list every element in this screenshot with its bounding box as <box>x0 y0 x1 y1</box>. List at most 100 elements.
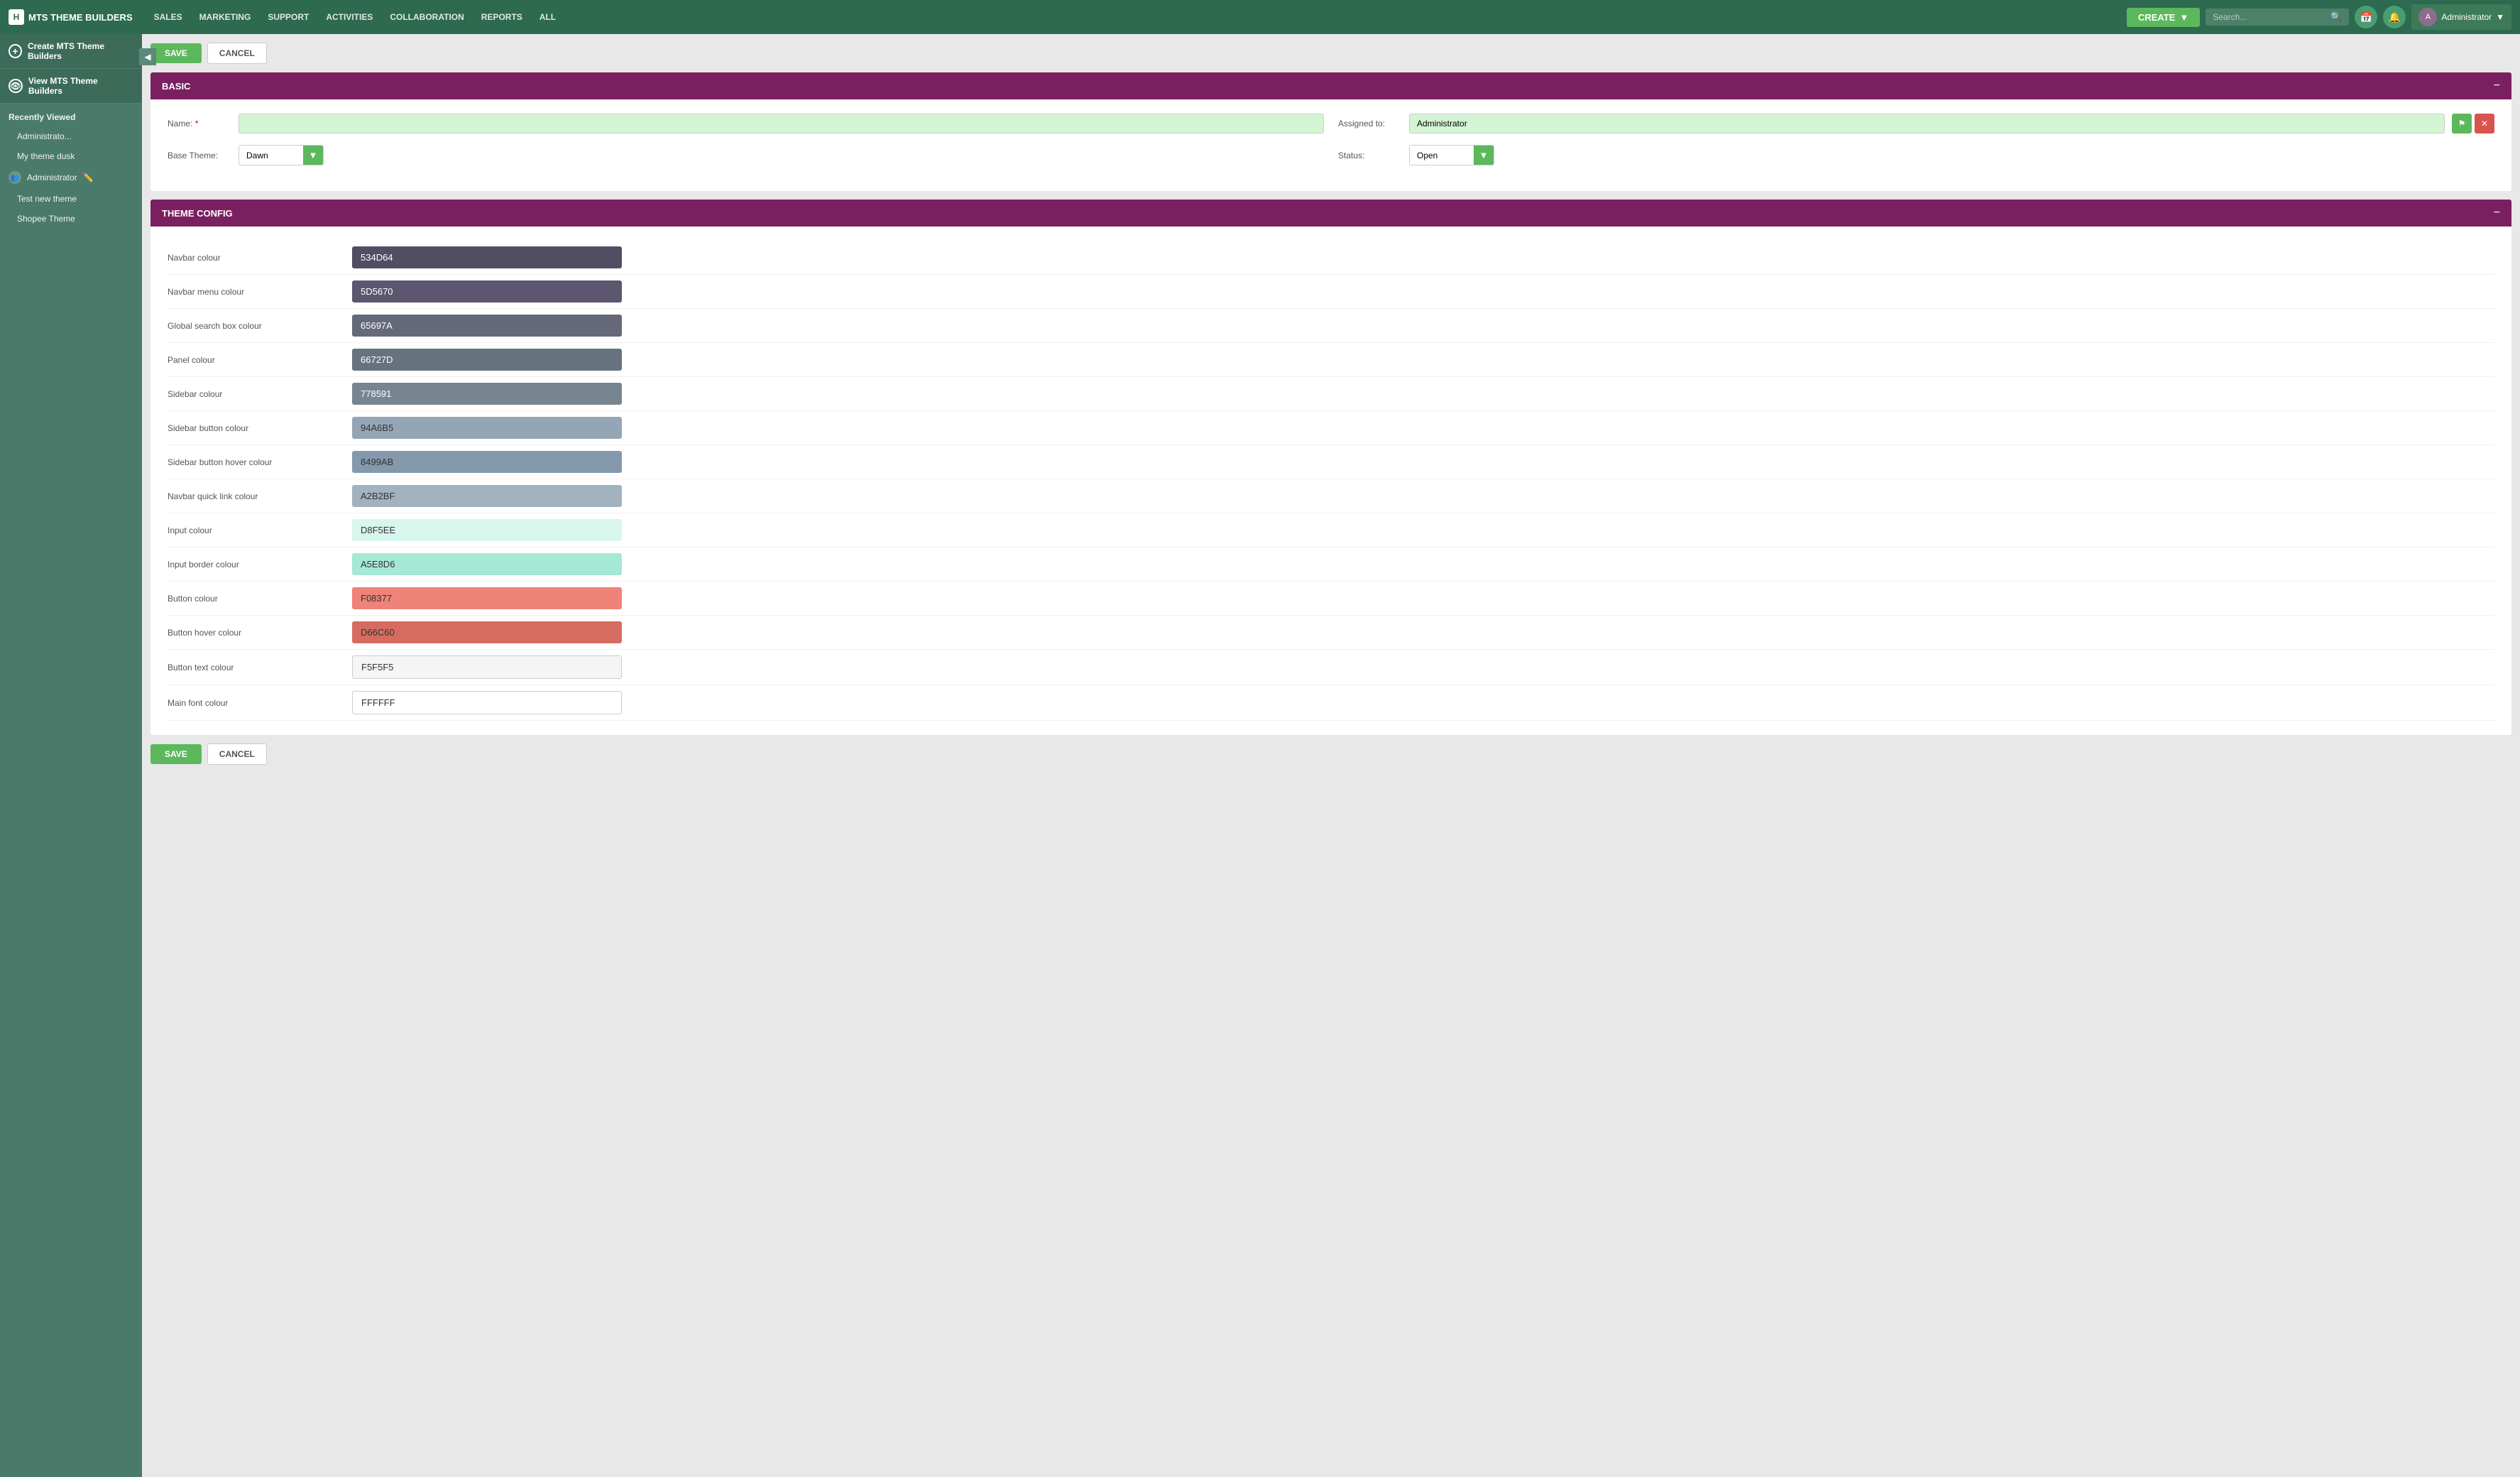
brand-name: MTS THEME BUILDERS <box>28 12 133 23</box>
chevron-down-icon: ▼ <box>2179 12 2188 23</box>
eye-icon: 👁 <box>9 79 23 93</box>
assigned-to-field: Assigned to: ⚑ ✕ <box>1338 114 2494 133</box>
chevron-down-icon[interactable]: ▼ <box>303 146 323 165</box>
sidebar-toggle[interactable]: ◀ <box>139 48 156 65</box>
color-row: Navbar menu colour5D5670 <box>168 275 2494 309</box>
color-field-value[interactable]: D66C60 <box>352 621 622 643</box>
nav-support[interactable]: SUPPORT <box>261 8 316 26</box>
toolbar-top: SAVE CANCEL <box>150 43 2511 64</box>
color-field-label: Panel colour <box>168 355 352 365</box>
color-row: Main font colourFFFFFF <box>168 685 2494 721</box>
color-field-value[interactable]: D8F5EE <box>352 519 622 541</box>
assigned-to-input[interactable] <box>1409 114 2445 133</box>
color-field-value[interactable]: 65697A <box>352 315 622 337</box>
basic-panel-title: BASIC <box>162 81 190 92</box>
color-row: Panel colour66727D <box>168 343 2494 377</box>
base-theme-value: Dawn <box>239 146 303 165</box>
color-row: Navbar colour534D64 <box>168 241 2494 275</box>
calendar-icon-button[interactable]: 📅 <box>2355 6 2377 28</box>
color-field-label: Sidebar colour <box>168 389 352 399</box>
nav-all[interactable]: ALL <box>532 8 563 26</box>
sidebar-item-label: Test new theme <box>17 194 77 204</box>
sidebar-item-test-new-theme[interactable]: Test new theme <box>0 189 142 209</box>
color-row: Input border colourA5E8D6 <box>168 547 2494 582</box>
color-field-value[interactable]: 5D5670 <box>352 280 622 303</box>
bell-icon-button[interactable]: 🔔 <box>2383 6 2406 28</box>
color-field-value[interactable]: 8499AB <box>352 451 622 473</box>
top-navigation: H MTS THEME BUILDERS SALES MARKETING SUP… <box>0 0 2520 34</box>
basic-collapse-button[interactable]: − <box>2494 80 2500 92</box>
edit-icon: ✏️ <box>83 173 94 182</box>
search-bar: 🔍 <box>2206 9 2349 26</box>
cancel-button-top[interactable]: CANCEL <box>207 43 267 64</box>
status-select[interactable]: Open ▼ <box>1409 145 1494 165</box>
base-theme-field: Base Theme: Dawn ▼ <box>168 145 1324 165</box>
sidebar-item-shopee-theme[interactable]: Shopee Theme <box>0 209 142 229</box>
user-menu-button[interactable]: A Administrator ▼ <box>2411 4 2511 30</box>
color-field-value[interactable]: A5E8D6 <box>352 553 622 575</box>
color-row: Button text colourF5F5F5 <box>168 650 2494 685</box>
color-field-value[interactable]: A2B2BF <box>352 485 622 507</box>
color-field-label: Sidebar button hover colour <box>168 457 352 467</box>
nav-marketing[interactable]: MARKETING <box>192 8 258 26</box>
form-row-name: Name: * Assigned to: ⚑ ✕ <box>168 114 2494 133</box>
save-button-top[interactable]: SAVE <box>150 43 202 63</box>
color-field-label: Navbar menu colour <box>168 287 352 297</box>
toolbar-bottom: SAVE CANCEL <box>150 743 2511 765</box>
nav-activities[interactable]: ACTIVITIES <box>319 8 380 26</box>
color-field-label: Input colour <box>168 525 352 535</box>
color-field-value[interactable]: 534D64 <box>352 246 622 268</box>
base-theme-select[interactable]: Dawn ▼ <box>239 145 324 165</box>
search-input[interactable] <box>2213 12 2326 22</box>
assign-clear-button[interactable]: ✕ <box>2475 114 2494 133</box>
color-field-label: Input border colour <box>168 560 352 569</box>
brand-logo: H MTS THEME BUILDERS <box>9 9 133 25</box>
sidebar-group-administrator[interactable]: 👥 Administrator ✏️ <box>0 166 142 189</box>
color-field-value[interactable]: FFFFFF <box>352 691 622 714</box>
color-row: Global search box colour65697A <box>168 309 2494 343</box>
color-field-value[interactable]: 778591 <box>352 383 622 405</box>
color-field-value[interactable]: F08377 <box>352 587 622 609</box>
nav-links: SALES MARKETING SUPPORT ACTIVITIES COLLA… <box>147 8 2121 26</box>
sidebar-create-button[interactable]: + Create MTS Theme Builders <box>0 34 142 69</box>
sidebar-item-label: Administrato... <box>17 131 72 141</box>
sidebar-item-admin[interactable]: Administrato... ✏️ <box>0 126 142 146</box>
color-field-value[interactable]: 94A6B5 <box>352 417 622 439</box>
status-label: Status: <box>1338 151 1402 160</box>
nav-reports[interactable]: REPORTS <box>474 8 530 26</box>
status-value: Open <box>1410 146 1474 165</box>
color-field-value[interactable]: 66727D <box>352 349 622 371</box>
required-mark: * <box>195 119 199 129</box>
create-button[interactable]: CREATE ▼ <box>2127 8 2200 27</box>
sidebar-view-label: View MTS Theme Builders <box>28 76 133 96</box>
color-row: Button colourF08377 <box>168 582 2494 616</box>
assign-green-button[interactable]: ⚑ <box>2452 114 2472 133</box>
name-input[interactable] <box>239 114 1324 133</box>
nav-collaboration[interactable]: COLLABORATION <box>383 8 471 26</box>
plus-icon: + <box>9 44 22 58</box>
sidebar-group-label: Administrator <box>27 173 77 182</box>
sidebar-item-label: Shopee Theme <box>17 214 75 224</box>
cancel-button-bottom[interactable]: CANCEL <box>207 743 267 765</box>
save-button-bottom[interactable]: SAVE <box>150 744 202 764</box>
search-icon: 🔍 <box>2330 11 2342 23</box>
basic-panel-body: Name: * Assigned to: ⚑ ✕ <box>150 99 2511 191</box>
sidebar-create-label: Create MTS Theme Builders <box>28 41 133 61</box>
theme-config-collapse-button[interactable]: − <box>2494 207 2500 219</box>
name-label: Name: * <box>168 119 231 129</box>
theme-config-panel-header: THEME CONFIG − <box>150 200 2511 227</box>
basic-panel-header: BASIC − <box>150 72 2511 99</box>
theme-config-panel: THEME CONFIG − Navbar colour534D64Navbar… <box>150 200 2511 735</box>
nav-sales[interactable]: SALES <box>147 8 190 26</box>
color-field-label: Navbar quick link colour <box>168 491 352 501</box>
sidebar-view-button[interactable]: 👁 View MTS Theme Builders <box>0 69 142 104</box>
theme-config-body: Navbar colour534D64Navbar menu colour5D5… <box>150 227 2511 735</box>
chevron-down-icon[interactable]: ▼ <box>1474 146 1494 165</box>
color-field-label: Navbar colour <box>168 253 352 263</box>
color-field-value[interactable]: F5F5F5 <box>352 655 622 679</box>
sidebar-item-mytheme[interactable]: My theme dusk ✏️ <box>0 146 142 166</box>
color-field-label: Sidebar button colour <box>168 423 352 433</box>
nav-right: CREATE ▼ 🔍 📅 🔔 A Administrator ▼ <box>2127 4 2511 30</box>
basic-panel: BASIC − Name: * Assigned to: <box>150 72 2511 191</box>
chevron-down-icon: ▼ <box>2496 12 2504 22</box>
